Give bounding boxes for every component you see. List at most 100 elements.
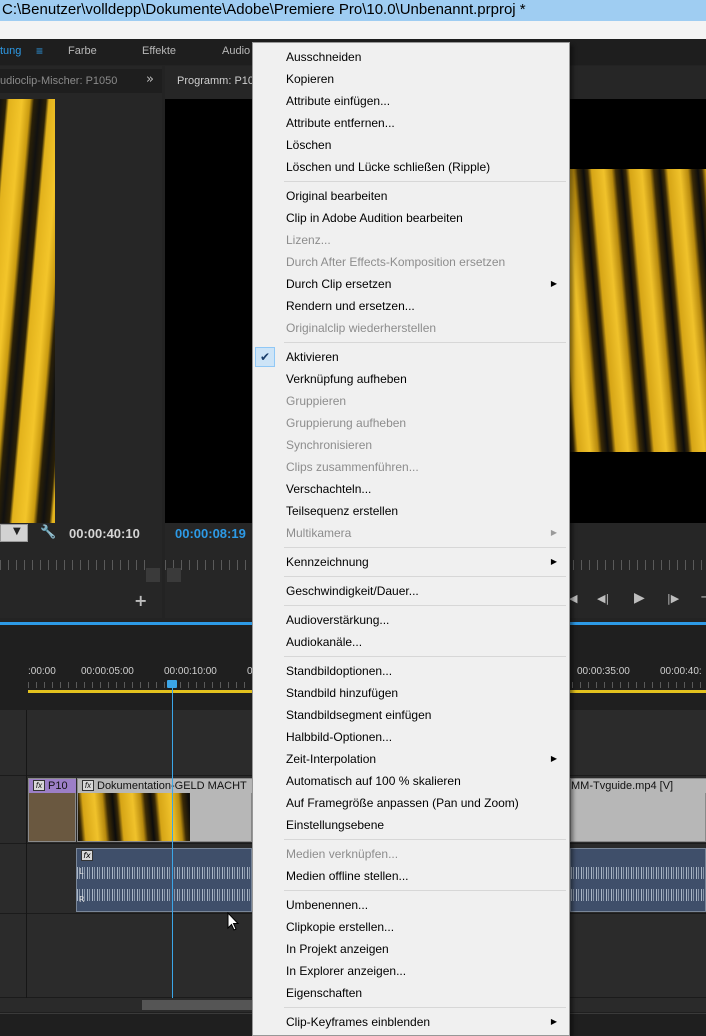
menu-item[interactable]: Kopieren <box>253 68 569 90</box>
source-panel: udioclip-Mischer: P1050 » ▼ 🔧 00:00:40:1… <box>0 66 162 618</box>
menu-item: Gruppieren <box>253 390 569 412</box>
scrollbar-thumb[interactable] <box>142 1000 254 1010</box>
workspace-tab-active[interactable]: tung <box>0 45 21 57</box>
menu-item[interactable]: Eigenschaften <box>253 982 569 1004</box>
fit-dropdown[interactable]: ▼ <box>0 524 28 542</box>
menu-item[interactable]: Zeit-Interpolation ▶ <box>253 748 569 770</box>
submenu-arrow-icon: ▶ <box>550 1017 557 1026</box>
menu-separator <box>253 653 569 660</box>
menu-item-label: Eigenschaften <box>286 986 363 1000</box>
audio-clip[interactable]: fx L R <box>76 848 252 912</box>
menu-item[interactable]: Audioverstärkung... <box>253 609 569 631</box>
menu-item-label: Synchronisieren <box>286 438 373 452</box>
menu-item[interactable]: Teilsequenz erstellen <box>253 500 569 522</box>
workspace-tab-effekte[interactable]: Effekte <box>142 45 176 57</box>
video-clip[interactable]: fx P10 <box>28 778 76 842</box>
menu-item[interactable]: In Explorer anzeigen... <box>253 960 569 982</box>
clip-name: P10 <box>48 780 68 792</box>
menu-item-label: Gruppieren <box>286 394 347 408</box>
menu-item[interactable]: Löschen und Lücke schließen (Ripple) <box>253 156 569 178</box>
menu-item-label: Einstellungsebene <box>286 818 385 832</box>
menu-item[interactable]: In Projekt anzeigen <box>253 938 569 960</box>
program-panel-tab[interactable]: Programm: P10 <box>165 69 255 93</box>
menu-item-label: Originalclip wiederherstellen <box>286 321 437 335</box>
playhead-line[interactable] <box>172 686 173 998</box>
menu-item: Lizenz... <box>253 229 569 251</box>
frame-forward-icon[interactable]: |▶ <box>667 592 679 605</box>
menu-item[interactable]: Verknüpfung aufheben <box>253 368 569 390</box>
submenu-arrow-icon: ▶ <box>550 528 557 537</box>
play-icon[interactable]: ▶ <box>634 590 645 606</box>
menu-item-label: Clip-Keyframes einblenden <box>286 1015 431 1029</box>
menu-item[interactable]: Standbild hinzufügen <box>253 682 569 704</box>
menu-item[interactable]: Clip in Adobe Audition bearbeiten <box>253 207 569 229</box>
ruler-label: 00:00:05:00 <box>81 666 134 677</box>
menu-item[interactable]: Automatisch auf 100 % skalieren <box>253 770 569 792</box>
menu-item[interactable]: Verschachteln... <box>253 478 569 500</box>
menu-item-label: Attribute entfernen... <box>286 116 395 130</box>
ruler-label: 00:00:40: <box>660 666 702 677</box>
panel-overflow-icon[interactable]: » <box>146 72 154 87</box>
video-clip[interactable]: fx Dokumentation-GELD MACHT <box>77 778 252 842</box>
menu-item-label: Gruppierung aufheben <box>286 416 407 430</box>
menu-item[interactable]: Medien offline stellen... <box>253 865 569 887</box>
menu-item-label: Verknüpfung aufheben <box>286 372 407 386</box>
menu-item[interactable]: Ausschneiden <box>253 46 569 68</box>
workspace-tab-farbe[interactable]: Farbe <box>68 45 97 57</box>
menu-item[interactable]: Rendern und ersetzen... <box>253 295 569 317</box>
program-timecode[interactable]: 00:00:08:19 <box>175 526 246 541</box>
menu-item-label: Halbbild-Optionen... <box>286 730 393 744</box>
menu-item[interactable]: Original bearbeiten <box>253 185 569 207</box>
ruler-label: 00:00:35:00 <box>577 666 630 677</box>
menu-item-label: Zeit-Interpolation <box>286 752 377 766</box>
menu-item[interactable]: Geschwindigkeit/Dauer... <box>253 580 569 602</box>
source-panel-tab[interactable]: udioclip-Mischer: P1050 <box>0 69 162 93</box>
frame-back-icon[interactable]: ◀| <box>597 592 609 605</box>
menu-item-label: Kopieren <box>286 72 335 86</box>
menu-item[interactable]: Clipkopie erstellen... <box>253 916 569 938</box>
waveform-right <box>77 889 251 901</box>
ruler-label: :00:00 <box>28 666 56 677</box>
menu-item-label: Clipkopie erstellen... <box>286 920 395 934</box>
clip-thumbnail <box>78 793 190 841</box>
menu-item[interactable]: Attribute einfügen... <box>253 90 569 112</box>
menu-item[interactable]: Standbildsegment einfügen <box>253 704 569 726</box>
source-scroll-end[interactable] <box>146 568 160 582</box>
menu-item-label: Aktivieren <box>286 350 339 364</box>
menu-item-label: Original bearbeiten <box>286 189 388 203</box>
step-forward-icon[interactable]: − <box>700 590 706 605</box>
submenu-arrow-icon: ▶ <box>550 754 557 763</box>
menu-item[interactable]: Clip-Keyframes einblenden ▶ <box>253 1011 569 1033</box>
menu-item[interactable]: Löschen <box>253 134 569 156</box>
menu-item[interactable]: Audiokanäle... <box>253 631 569 653</box>
step-back-icon[interactable]: ◀ <box>569 592 577 605</box>
add-button-icon[interactable]: + <box>134 591 147 610</box>
fx-badge: fx <box>33 780 45 791</box>
menu-separator <box>253 573 569 580</box>
menu-item[interactable]: Attribute entfernen... <box>253 112 569 134</box>
window-title: C:\Benutzer\volldepp\Dokumente\Adobe\Pre… <box>0 0 706 21</box>
audio-clip[interactable] <box>570 848 706 912</box>
workspace-menu-icon[interactable]: ≡ <box>36 44 43 58</box>
menu-item[interactable]: Durch Clip ersetzen ▶ <box>253 273 569 295</box>
menu-item-label: Attribute einfügen... <box>286 94 391 108</box>
menu-item[interactable]: Einstellungsebene <box>253 814 569 836</box>
menu-item-label: Rendern und ersetzen... <box>286 299 415 313</box>
wrench-icon[interactable]: 🔧 <box>40 525 56 540</box>
menu-item: Medien verknüpfen... <box>253 843 569 865</box>
menu-item[interactable]: Umbenennen... <box>253 894 569 916</box>
menu-item-label: Standbildoptionen... <box>286 664 393 678</box>
source-timecode[interactable]: 00:00:40:10 <box>69 526 140 541</box>
menu-item[interactable]: Kennzeichnung ▶ <box>253 551 569 573</box>
program-scroll-start[interactable] <box>167 568 181 582</box>
fx-badge: fx <box>82 780 94 791</box>
menu-item[interactable]: Standbildoptionen... <box>253 660 569 682</box>
workspace-tab-audio[interactable]: Audio <box>222 45 250 57</box>
menu-item[interactable]: Auf Framegröße anpassen (Pan und Zoom) <box>253 792 569 814</box>
menu-item[interactable]: Halbbild-Optionen... <box>253 726 569 748</box>
menu-item[interactable]: ✔ Aktivieren <box>253 346 569 368</box>
fx-badge: fx <box>81 850 93 861</box>
video-clip[interactable]: MM-Tvguide.mp4 [V] <box>570 778 706 842</box>
menu-item-label: In Projekt anzeigen <box>286 942 389 956</box>
menu-item-label: In Explorer anzeigen... <box>286 964 407 978</box>
